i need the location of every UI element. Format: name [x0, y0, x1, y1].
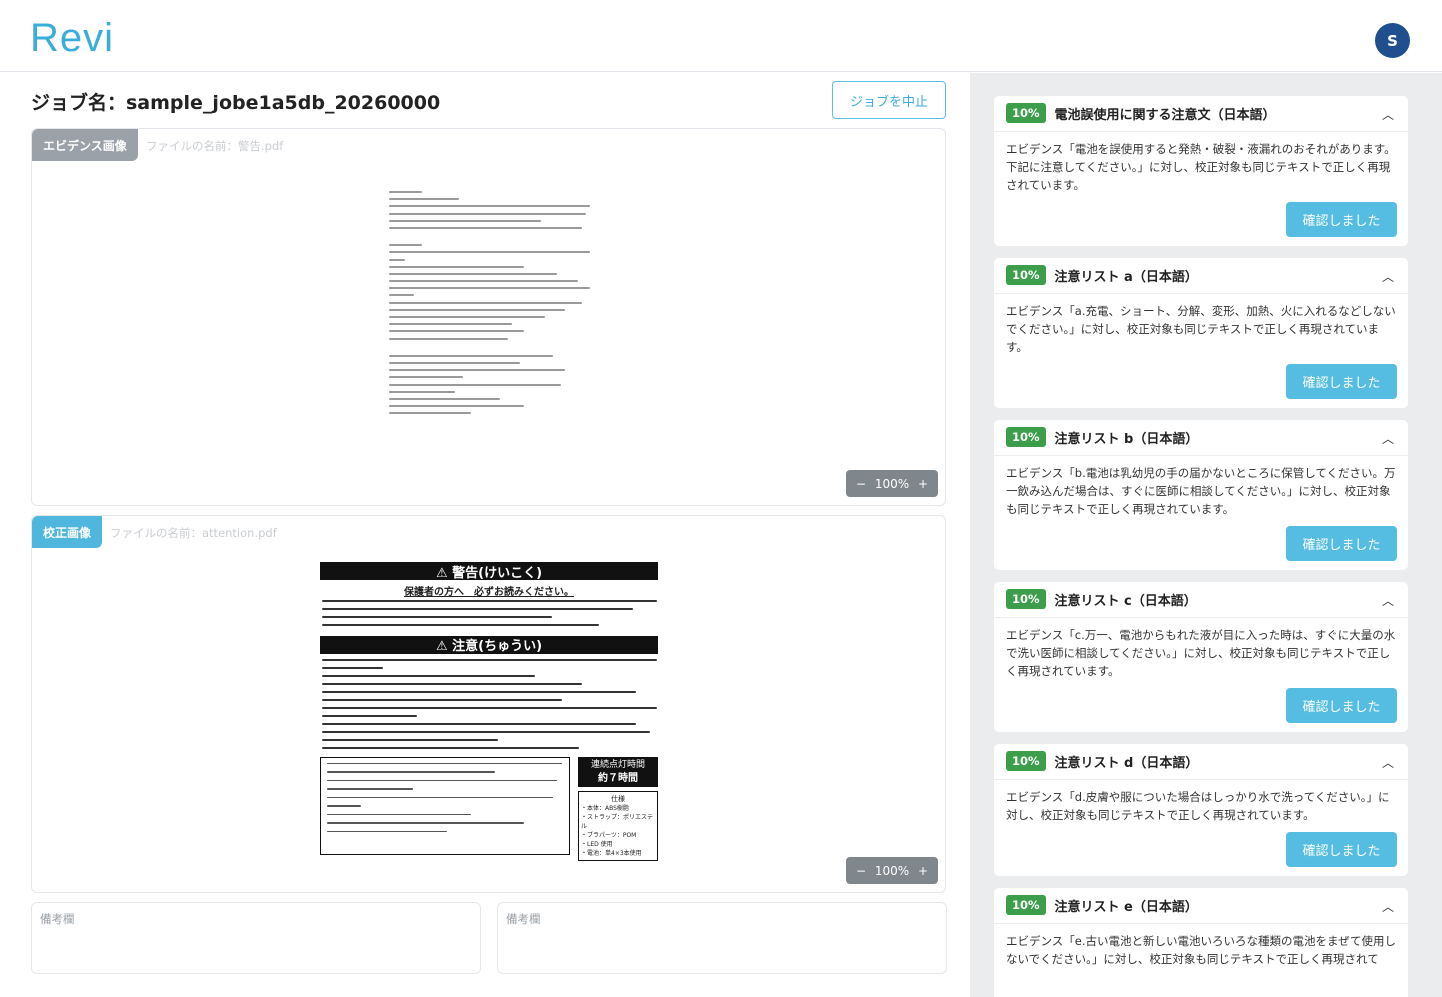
caution-header: ⚠ 注意(ちゅうい) — [320, 635, 658, 654]
main-left: ジョブ名：sample_jobe1a5db_20260000 ジョブを中止 エビ… — [0, 73, 970, 997]
proof-zoom-control[interactable]: − 100% + — [846, 857, 938, 884]
revi-logo[interactable]: Revi — [30, 16, 114, 61]
card-title: 注意リスト c（日本語） — [1054, 593, 1197, 609]
app-header: Revi S — [0, 0, 1442, 72]
confirm-button[interactable]: 確認しました — [1286, 526, 1397, 561]
chevron-up-icon[interactable]: ︿ — [1382, 898, 1394, 915]
evidence-document-image — [389, 191, 594, 451]
card-title: 注意リスト e（日本語） — [1054, 899, 1198, 915]
review-card: 10% 注意リスト e（日本語） ︿ エビデンス「e.古い電池と新しい電池いろい… — [994, 888, 1408, 997]
proof-document-image: ⚠ 警告(けいこく) 保護者の方へ 必ずお読みください。 ⚠ 注意(ちゅうい) — [320, 562, 658, 886]
evidence-tab: エビデンス画像 — [32, 129, 138, 161]
evidence-file-name: ファイルの名前：警告.pdf — [146, 139, 284, 153]
remarks-placeholder: 備考欄 — [506, 912, 541, 926]
zoom-level: 100% — [874, 476, 910, 491]
score-badge: 10% — [1006, 265, 1046, 285]
remarks-field-1[interactable]: 備考欄 — [31, 902, 481, 974]
remarks-field-2[interactable]: 備考欄 — [497, 902, 947, 974]
stop-job-button[interactable]: ジョブを中止 — [832, 81, 946, 119]
chevron-up-icon[interactable]: ︿ — [1382, 430, 1394, 447]
zoom-in-button[interactable]: + — [918, 477, 928, 491]
evidence-panel: エビデンス画像 ファイルの名前：警告.pdf − 100% + — [31, 128, 946, 506]
score-badge: 10% — [1006, 427, 1046, 447]
card-title: 注意リスト a（日本語） — [1054, 269, 1198, 285]
zoom-out-button[interactable]: − — [856, 477, 866, 491]
card-body: エビデンス「b.電池は乳幼児の手の届かないところに保管してください。万一飲み込ん… — [1006, 466, 1396, 516]
confirm-button[interactable]: 確認しました — [1286, 688, 1397, 723]
review-sidebar[interactable]: 10% 電池誤使用に関する注意文（日本語） ︿ エビデンス「電池を誤使用すると発… — [970, 73, 1442, 997]
card-body: エビデンス「e.古い電池と新しい電池いろいろな種類の電池をまぜて使用しないでくだ… — [1006, 934, 1396, 966]
score-badge: 10% — [1006, 751, 1046, 771]
score-badge: 10% — [1006, 103, 1046, 123]
job-title: ジョブ名：sample_jobe1a5db_20260000 — [31, 92, 441, 114]
card-body: エビデンス「電池を誤使用すると発熱・破裂・液漏れのおそれがあります。下記に注意し… — [1006, 142, 1396, 192]
chevron-up-icon[interactable]: ︿ — [1382, 268, 1394, 285]
proof-tab: 校正画像 — [32, 516, 103, 548]
card-body: エビデンス「a.充電、ショート、分解、変形、加熱、火に入れるなどしないでください… — [1006, 304, 1396, 354]
warning-subheader: 保護者の方へ 必ずお読みください。 — [404, 587, 574, 598]
review-card: 10% 注意リスト d（日本語） ︿ エビデンス「d.皮膚や服についた場合はしっ… — [994, 744, 1408, 876]
zoom-out-button[interactable]: − — [856, 864, 866, 878]
confirm-button[interactable]: 確認しました — [1286, 364, 1397, 399]
battery-caution-box — [320, 756, 570, 855]
evidence-zoom-control[interactable]: − 100% + — [846, 470, 938, 497]
confirm-button[interactable]: 確認しました — [1286, 832, 1397, 867]
confirm-button[interactable]: 確認しました — [1286, 202, 1397, 237]
spec-box: 仕様 ・本体：ABS樹脂 ・ストラップ：ポリエステル ・ブラパーツ：POM ・L… — [578, 790, 658, 861]
card-title: 注意リスト d（日本語） — [1054, 755, 1199, 771]
chevron-up-icon[interactable]: ︿ — [1382, 754, 1394, 771]
score-badge: 10% — [1006, 589, 1046, 609]
chevron-up-icon[interactable]: ︿ — [1382, 106, 1394, 123]
chevron-up-icon[interactable]: ︿ — [1382, 592, 1394, 609]
card-title: 注意リスト b（日本語） — [1054, 431, 1199, 447]
lighting-time-box: 連続点灯時間 約７時間 — [578, 756, 658, 787]
review-card: 10% 注意リスト c（日本語） ︿ エビデンス「c.万一、電池からもれた液が目… — [994, 582, 1408, 732]
zoom-level: 100% — [874, 863, 910, 878]
remarks-placeholder: 備考欄 — [40, 912, 75, 926]
proof-panel: 校正画像 ファイルの名前：attention.pdf ⚠ 警告(けいこく) 保護… — [31, 515, 946, 893]
zoom-in-button[interactable]: + — [918, 864, 928, 878]
review-card: 10% 注意リスト a（日本語） ︿ エビデンス「a.充電、ショート、分解、変形… — [994, 258, 1408, 408]
user-avatar[interactable]: S — [1375, 23, 1410, 58]
card-body: エビデンス「c.万一、電池からもれた液が目に入った時は、すぐに大量の水で洗い医師… — [1006, 628, 1396, 678]
proof-file-name: ファイルの名前：attention.pdf — [110, 526, 277, 540]
card-body: エビデンス「d.皮膚や服についた場合はしっかり水で洗ってください。」に対し、校正… — [1006, 790, 1390, 822]
score-badge: 10% — [1006, 895, 1046, 915]
warning-header: ⚠ 警告(けいこく) — [320, 562, 658, 581]
review-card: 10% 注意リスト b（日本語） ︿ エビデンス「b.電池は乳幼児の手の届かない… — [994, 420, 1408, 570]
card-title: 電池誤使用に関する注意文（日本語） — [1054, 107, 1276, 123]
review-card: 10% 電池誤使用に関する注意文（日本語） ︿ エビデンス「電池を誤使用すると発… — [994, 96, 1408, 246]
